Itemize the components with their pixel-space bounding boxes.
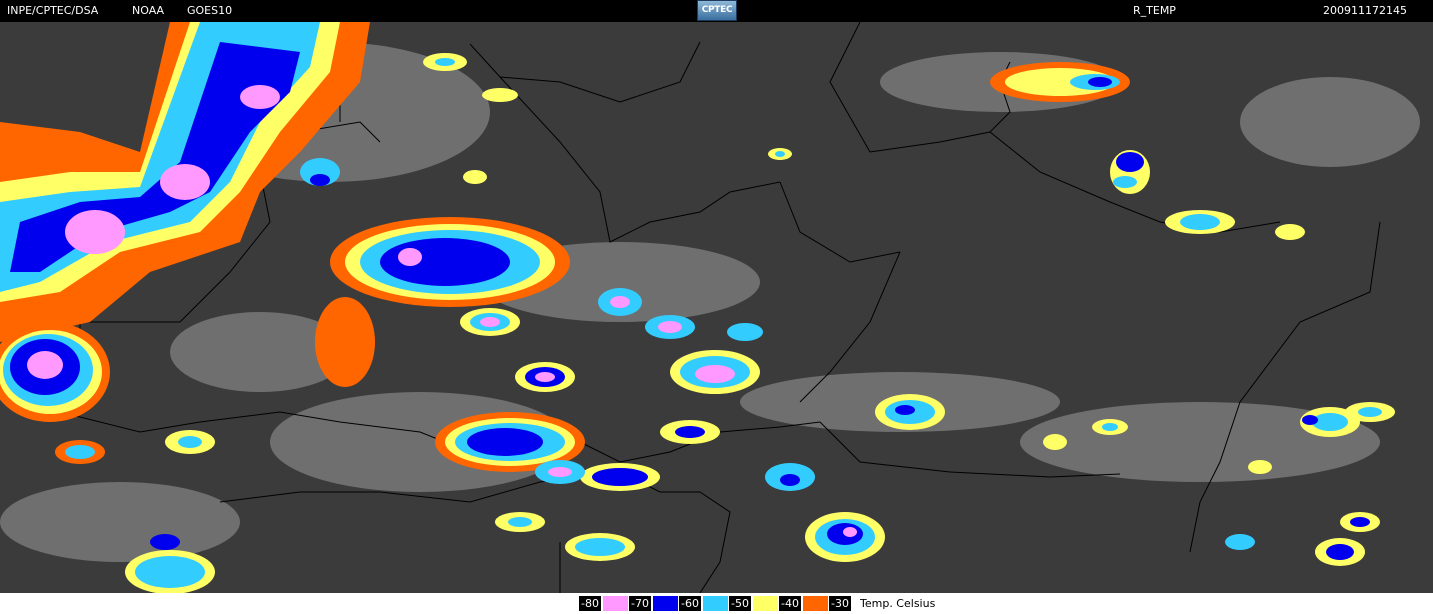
- satellite-image-viewer: INPE/CPTEC/DSA NOAA GOES10 CPTEC R_TEMP …: [0, 0, 1433, 614]
- satellite-label: GOES10: [187, 4, 233, 17]
- legend-label-minus30: -30: [829, 596, 851, 611]
- legend-swatch-minus70: [653, 596, 678, 611]
- header-bar: INPE/CPTEC/DSA NOAA GOES10 CPTEC R_TEMP …: [0, 0, 1433, 22]
- legend-label-minus40: -40: [779, 596, 801, 611]
- agency-label: INPE/CPTEC/DSA: [7, 4, 99, 17]
- legend-swatch-minus50: [753, 596, 778, 611]
- satellite-map: [0, 22, 1433, 593]
- legend-label-minus60: -60: [679, 596, 701, 611]
- timestamp-label: 200911172145: [1323, 4, 1407, 17]
- legend-unit-label: Temp. Celsius: [860, 597, 936, 610]
- map-canvas: [0, 22, 1433, 593]
- legend-swatch-minus40: [803, 596, 828, 611]
- product-label: R_TEMP: [1133, 4, 1176, 17]
- legend-swatch-minus80: [603, 596, 628, 611]
- legend-swatch-minus60: [703, 596, 728, 611]
- source-label: NOAA: [132, 4, 165, 17]
- legend-label-minus50: -50: [729, 596, 751, 611]
- cptec-logo: CPTEC: [697, 0, 737, 21]
- temperature-legend: -80 -70 -60 -50 -40 -30 Temp. Celsius: [0, 593, 1433, 614]
- legend-label-minus70: -70: [629, 596, 651, 611]
- legend-label-minus80: -80: [579, 596, 601, 611]
